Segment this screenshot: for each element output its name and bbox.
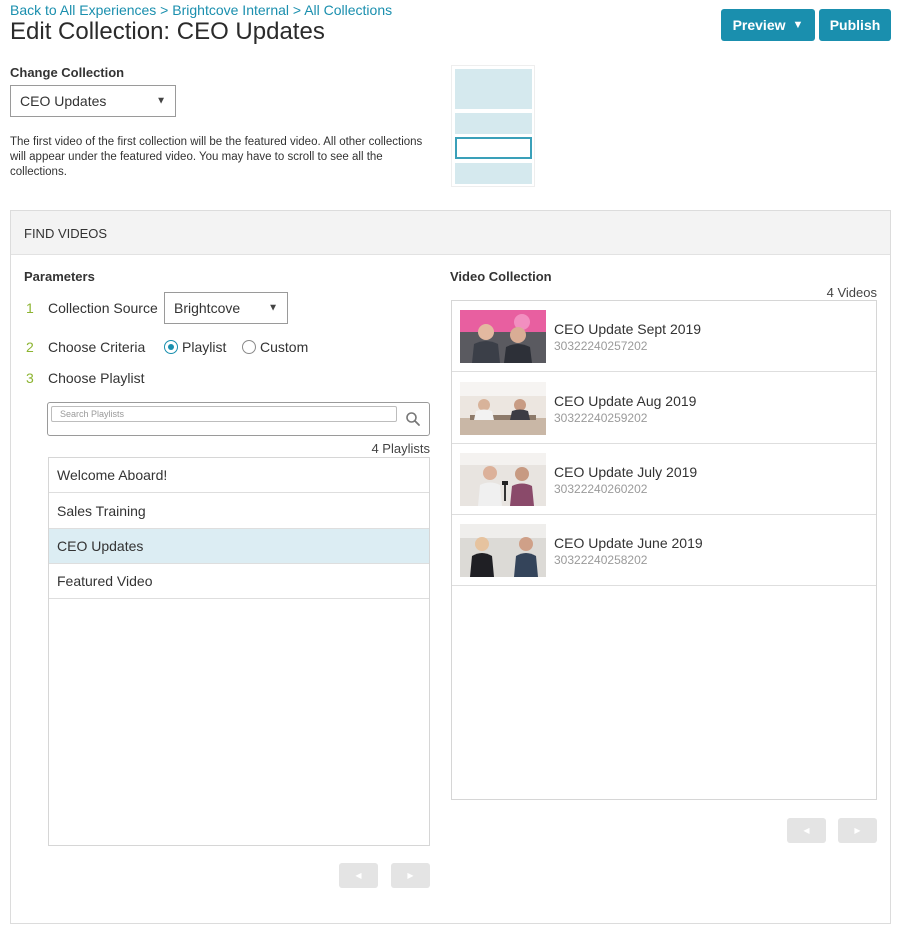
video-prev-page-button[interactable]: ◀: [787, 818, 826, 843]
collection-source-label: Collection Source: [48, 300, 158, 316]
video-title: CEO Update Aug 2019: [554, 393, 697, 409]
playlist-next-page-button[interactable]: ▶: [391, 863, 430, 888]
caret-down-icon: ▼: [792, 19, 804, 31]
breadcrumb: Back to All Experiences > Brightcove Int…: [10, 2, 392, 18]
video-id: 30322240259202: [554, 411, 648, 425]
video-title: CEO Update Sept 2019: [554, 321, 702, 337]
video-next-page-button[interactable]: ▶: [838, 818, 877, 843]
layout-preview-collection-block: [455, 163, 532, 184]
video-item[interactable]: CEO Update Sept 2019 30322240257202: [452, 301, 876, 372]
video-id: 30322240260202: [554, 482, 648, 496]
collection-source-value: Brightcove: [174, 300, 241, 316]
video-thumbnail: [460, 453, 546, 506]
page-title: Edit Collection: CEO Updates: [10, 18, 325, 45]
radio-custom[interactable]: [242, 340, 256, 354]
playlist-item-selected[interactable]: CEO Updates: [49, 529, 429, 564]
change-collection-select[interactable]: CEO Updates ▼: [10, 85, 176, 117]
video-title: CEO Update July 2019: [554, 464, 698, 480]
video-thumbnail: [460, 524, 546, 577]
playlist-list: Welcome Aboard! Sales Training CEO Updat…: [48, 457, 430, 846]
radio-custom-label[interactable]: Custom: [260, 339, 308, 355]
search-icon[interactable]: [405, 411, 421, 427]
preview-button-label: Preview: [732, 17, 786, 33]
choose-playlist-label: Choose Playlist: [48, 370, 145, 386]
change-collection-value: CEO Updates: [20, 93, 107, 109]
help-text: The first video of the first collection …: [10, 136, 423, 178]
video-thumbnail: [460, 310, 546, 363]
dropdown-arrow-icon: ▼: [268, 302, 278, 314]
layout-preview: [451, 65, 535, 187]
layout-preview-featured-block: [455, 69, 532, 109]
video-count: 4 Videos: [826, 285, 877, 300]
video-item[interactable]: CEO Update June 2019 30322240258202: [452, 515, 876, 586]
breadcrumb-all-experiences[interactable]: Back to All Experiences: [10, 2, 156, 18]
video-list: CEO Update Sept 2019 30322240257202 CEO …: [451, 300, 877, 800]
video-title: CEO Update June 2019: [554, 535, 703, 551]
playlist-count: 4 Playlists: [371, 441, 430, 456]
find-videos-title: FIND VIDEOS: [24, 226, 108, 241]
video-item[interactable]: CEO Update July 2019 30322240260202: [452, 444, 876, 515]
playlist-item[interactable]: Welcome Aboard!: [49, 458, 429, 493]
publish-button[interactable]: Publish: [819, 9, 891, 41]
playlist-item-label: Sales Training: [57, 503, 146, 519]
preview-button[interactable]: Preview ▼: [721, 9, 815, 41]
search-playlists-box: [47, 402, 430, 436]
playlist-item-label: Featured Video: [57, 573, 153, 589]
playlist-prev-page-button[interactable]: ◀: [339, 863, 378, 888]
step-number: 1: [26, 300, 34, 316]
choose-criteria-label: Choose Criteria: [48, 339, 146, 355]
layout-preview-current-collection-block: [455, 137, 532, 159]
collection-source-select[interactable]: Brightcove ▼: [164, 292, 288, 324]
parameters-heading: Parameters: [24, 269, 95, 284]
layout-preview-collection-block: [455, 113, 532, 134]
search-playlists-input[interactable]: [51, 406, 397, 422]
playlist-item-label: Welcome Aboard!: [57, 467, 168, 483]
find-videos-header: FIND VIDEOS: [11, 211, 890, 255]
playlist-item[interactable]: Sales Training: [49, 494, 429, 529]
step-number: 2: [26, 339, 34, 355]
radio-playlist-label[interactable]: Playlist: [182, 339, 226, 355]
video-id: 30322240258202: [554, 553, 648, 567]
video-thumbnail: [460, 382, 546, 435]
breadcrumb-separator: >: [289, 2, 305, 18]
playlist-item-label: CEO Updates: [57, 538, 144, 554]
change-collection-label: Change Collection: [10, 65, 125, 80]
video-id: 30322240257202: [554, 339, 648, 353]
video-collection-heading: Video Collection: [450, 269, 552, 284]
step-number: 3: [26, 370, 34, 386]
breadcrumb-separator: >: [156, 2, 173, 18]
radio-playlist[interactable]: [164, 340, 178, 354]
playlist-item[interactable]: Featured Video: [49, 564, 429, 599]
breadcrumb-brightcove-internal[interactable]: Brightcove Internal: [172, 2, 289, 18]
video-item[interactable]: CEO Update Aug 2019 30322240259202: [452, 373, 876, 444]
breadcrumb-all-collections[interactable]: All Collections: [304, 2, 392, 18]
dropdown-arrow-icon: ▼: [156, 95, 166, 107]
